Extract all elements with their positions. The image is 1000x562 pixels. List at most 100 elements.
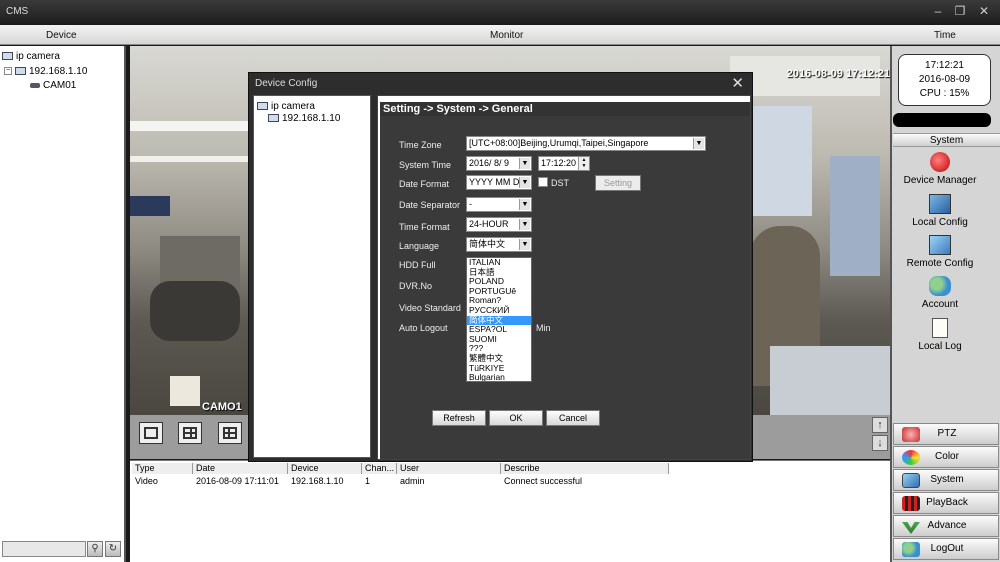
system-label: System bbox=[930, 474, 964, 485]
time-format-select[interactable]: 24-HOUR ▼ bbox=[466, 217, 532, 232]
remote-config-button[interactable]: Remote Config bbox=[893, 235, 987, 269]
time-zone-select[interactable]: [UTC+08:00]Beijing,Urumqi,Taipei,Singapo… bbox=[466, 136, 706, 151]
device-config-dialog: Device Config ✕ ip camera 192.168.1.10 S… bbox=[248, 72, 753, 462]
min-label: Min bbox=[536, 323, 551, 333]
ptz-button[interactable]: PTZ bbox=[893, 423, 999, 445]
refresh-button[interactable]: Refresh bbox=[432, 410, 486, 426]
event-log-table: Type Date Device Chan... User Describe V… bbox=[130, 460, 890, 562]
tree-channel-label: CAM01 bbox=[43, 79, 77, 91]
spinner-icon[interactable]: ▲ ▼ bbox=[578, 157, 589, 170]
advance-label: Advance bbox=[927, 520, 967, 531]
playback-button[interactable]: PlayBack bbox=[893, 492, 999, 514]
dialog-close-icon[interactable]: ✕ bbox=[731, 74, 744, 92]
date-format-label: Date Format bbox=[399, 179, 450, 189]
refresh-icon[interactable]: ↻ bbox=[105, 541, 121, 557]
settings-breadcrumb: Setting -> System -> General bbox=[380, 102, 750, 116]
minimize-icon[interactable]: – bbox=[930, 4, 946, 18]
close-icon[interactable]: ✕ bbox=[976, 4, 992, 18]
date-format-select[interactable]: YYYY MM DD ▼ bbox=[466, 175, 532, 190]
clock-date: 2016-08-09 bbox=[918, 74, 971, 85]
chevron-down-icon: ▼ bbox=[519, 219, 530, 230]
advance-button[interactable]: Advance bbox=[893, 515, 999, 537]
system-time-input[interactable]: 17:12:20 ▲ ▼ bbox=[538, 156, 590, 171]
date-format-value: YYYY MM DD bbox=[469, 177, 526, 187]
dst-setting-button[interactable]: Setting bbox=[595, 175, 641, 191]
ok-button[interactable]: OK bbox=[489, 410, 543, 426]
log-header-user[interactable]: User bbox=[397, 463, 501, 474]
language-label: Language bbox=[399, 241, 440, 251]
tree-channel[interactable]: CAM01 bbox=[30, 78, 76, 92]
split-1-button[interactable] bbox=[139, 422, 163, 444]
auto-logout-label: Auto Logout bbox=[399, 323, 448, 333]
log-header-date[interactable]: Date bbox=[193, 463, 288, 474]
device-manager-icon bbox=[930, 152, 950, 172]
device-search-input[interactable] bbox=[2, 541, 86, 557]
split-9-button[interactable] bbox=[218, 422, 242, 444]
camera-icon bbox=[30, 82, 40, 88]
log-cell-user: admin bbox=[400, 476, 425, 486]
language-option[interactable]: Bulgarian bbox=[467, 373, 531, 381]
dialog-settings-body: Setting -> System -> General Time Zone [… bbox=[377, 95, 751, 460]
date-separator-value: - bbox=[469, 199, 472, 209]
video-timestamp: 2016-08-09 17:12:21 bbox=[786, 68, 890, 80]
logout-label: LogOut bbox=[930, 543, 964, 554]
local-log-label: Local Log bbox=[918, 341, 962, 352]
log-header-device[interactable]: Device bbox=[288, 463, 362, 474]
clock-time: 17:12:21 bbox=[925, 60, 964, 71]
collapse-icon[interactable]: − bbox=[4, 67, 12, 75]
system-date-value: 2016/ 8/ 9 bbox=[469, 158, 510, 168]
device-manager-button[interactable]: Device Manager bbox=[893, 152, 987, 186]
account-button[interactable]: Account bbox=[893, 276, 987, 310]
camera-group-icon bbox=[257, 102, 268, 110]
log-cell-channel: 1 bbox=[365, 476, 371, 486]
chevron-down-icon: ▼ bbox=[519, 239, 530, 250]
dst-checkbox[interactable] bbox=[538, 177, 548, 187]
dialog-tree-host-label: 192.168.1.10 bbox=[282, 112, 341, 124]
dialog-tree-host[interactable]: 192.168.1.10 bbox=[268, 111, 340, 125]
chevron-down-icon: ▼ bbox=[519, 177, 530, 188]
local-log-button[interactable]: Local Log bbox=[893, 318, 987, 352]
dvr-no-label: DVR.No bbox=[399, 281, 433, 291]
dst-label: DST bbox=[551, 178, 569, 188]
language-dropdown-list[interactable]: ITALIAN 日本語 POLAND PORTUGUê Roman? РУССК… bbox=[466, 257, 532, 382]
account-label: Account bbox=[921, 299, 959, 310]
local-config-label: Local Config bbox=[912, 217, 968, 228]
dvr-icon bbox=[268, 114, 279, 122]
local-config-button[interactable]: Local Config bbox=[893, 194, 987, 228]
language-select[interactable]: 简体中文 ▼ bbox=[466, 237, 532, 252]
tree-host[interactable]: − 192.168.1.10 bbox=[4, 64, 87, 78]
monitor-column-header: Monitor bbox=[490, 30, 524, 41]
color-button[interactable]: Color bbox=[893, 446, 999, 468]
system-button[interactable]: System bbox=[893, 469, 999, 491]
color-label: Color bbox=[935, 451, 959, 462]
date-separator-select[interactable]: - ▼ bbox=[466, 197, 532, 212]
tree-root[interactable]: ip camera bbox=[2, 49, 60, 63]
date-separator-label: Date Separator bbox=[399, 200, 461, 210]
restore-icon[interactable]: ❐ bbox=[952, 4, 968, 18]
dvr-icon bbox=[15, 67, 26, 75]
system-section-header: System bbox=[893, 133, 1000, 147]
scroll-up-icon[interactable]: ↑ bbox=[872, 417, 888, 433]
hdd-full-label: HDD Full bbox=[399, 260, 436, 270]
local-config-icon bbox=[929, 194, 951, 214]
cancel-button[interactable]: Cancel bbox=[546, 410, 600, 426]
log-header-channel[interactable]: Chan... bbox=[362, 463, 397, 474]
account-icon bbox=[929, 276, 951, 296]
remote-config-label: Remote Config bbox=[906, 258, 974, 269]
split-4-button[interactable] bbox=[178, 422, 202, 444]
search-icon[interactable]: ⚲ bbox=[87, 541, 103, 557]
local-log-icon bbox=[932, 318, 948, 338]
dialog-titlebar: Device Config ✕ bbox=[249, 73, 752, 93]
time-zone-label: Time Zone bbox=[399, 140, 442, 150]
log-header-describe[interactable]: Describe bbox=[501, 463, 669, 474]
remote-config-icon bbox=[929, 235, 951, 255]
chevron-down-icon: ▼ bbox=[519, 158, 530, 169]
scroll-down-icon[interactable]: ↓ bbox=[872, 435, 888, 451]
cpu-usage: CPU : 15% bbox=[919, 88, 970, 99]
log-cell-device: 192.168.1.10 bbox=[291, 476, 344, 486]
system-date-picker[interactable]: 2016/ 8/ 9 ▼ bbox=[466, 156, 532, 171]
window-title: CMS bbox=[6, 6, 29, 17]
logout-button[interactable]: LogOut bbox=[893, 538, 999, 560]
log-header-type[interactable]: Type bbox=[132, 463, 193, 474]
log-cell-describe: Connect successful bbox=[504, 476, 583, 486]
